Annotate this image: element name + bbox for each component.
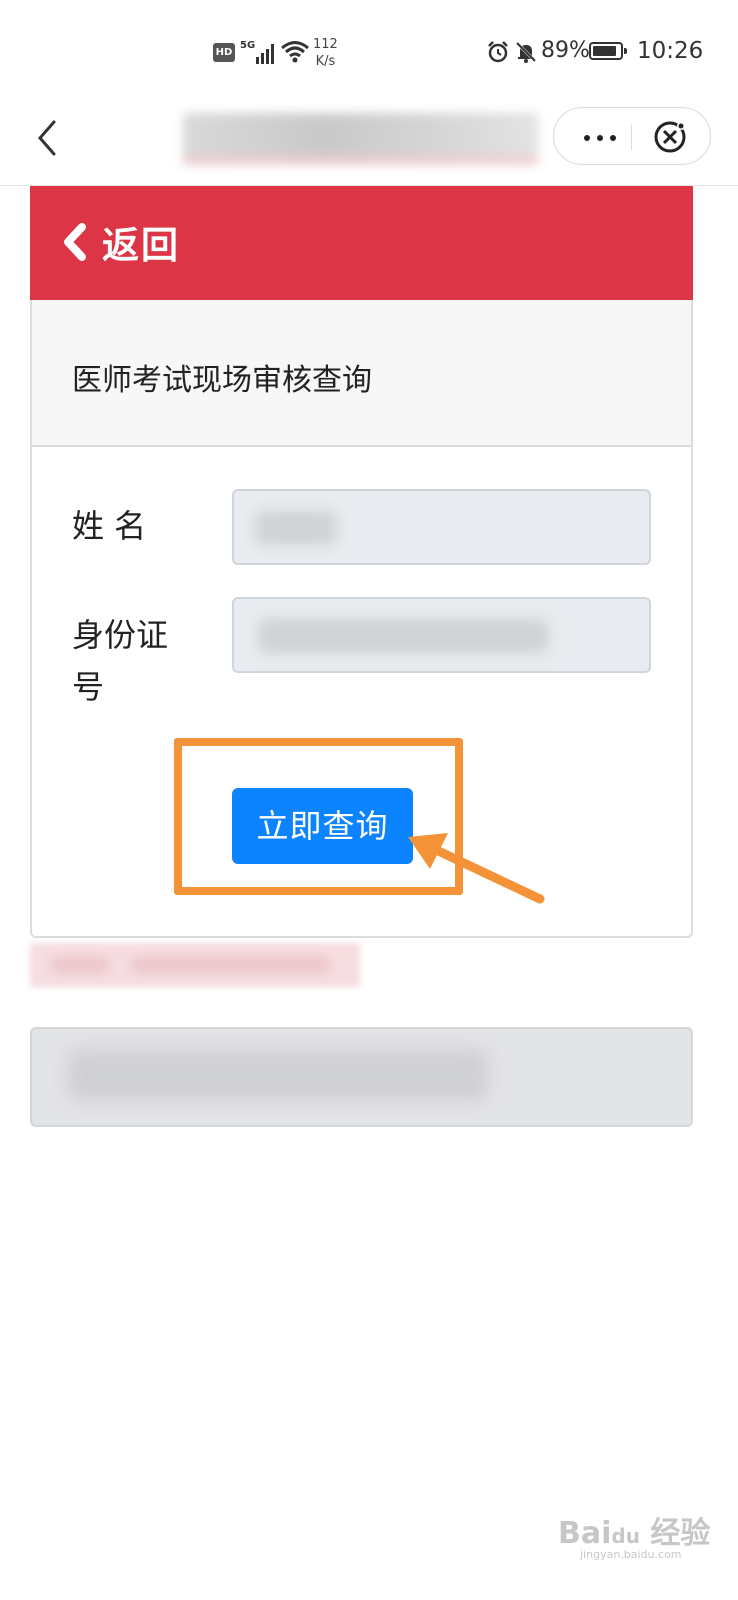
info-text-redacted xyxy=(68,1049,488,1101)
watermark-logo: Baidu 经验 xyxy=(558,1516,711,1551)
hd-badge: HD xyxy=(213,43,235,62)
mute-bell-icon xyxy=(515,41,537,63)
chevron-left-icon xyxy=(64,223,86,261)
name-label: 姓 名 xyxy=(72,507,147,545)
back-button[interactable]: 返回 xyxy=(60,214,180,270)
name-value-redacted xyxy=(256,511,336,545)
battery-percent: 89% xyxy=(541,38,590,63)
watermark-url: jingyan.baidu.com xyxy=(580,1548,682,1561)
capsule-divider xyxy=(631,124,632,150)
alarm-icon xyxy=(488,41,508,63)
capsule-menu xyxy=(553,107,711,165)
more-dots-icon[interactable] xyxy=(578,122,622,152)
chevron-left-icon[interactable] xyxy=(32,118,64,158)
speed-unit: K/s xyxy=(315,54,336,69)
id-number-input[interactable] xyxy=(232,597,651,673)
battery-icon xyxy=(589,42,627,60)
id-label-line2: 号 xyxy=(72,668,105,706)
network-speed: 112 K/s xyxy=(313,36,338,70)
navbar-title-redacted xyxy=(183,113,538,165)
name-input[interactable] xyxy=(232,489,651,565)
speed-value: 112 xyxy=(313,37,338,52)
wifi-icon xyxy=(281,41,309,63)
signal-icon xyxy=(252,42,276,64)
card-title: 医师考试现场审核查询 xyxy=(72,363,372,398)
arrow-icon xyxy=(408,833,545,904)
status-bar: HD 5G 112 K/s 89% 10:26 xyxy=(0,0,738,105)
notice-text-redacted xyxy=(30,943,360,987)
back-label: 返回 xyxy=(102,224,180,267)
clock: 10:26 xyxy=(637,38,704,64)
info-box xyxy=(30,1027,693,1127)
mini-program-close-icon[interactable] xyxy=(652,119,688,155)
id-value-redacted xyxy=(258,619,548,653)
